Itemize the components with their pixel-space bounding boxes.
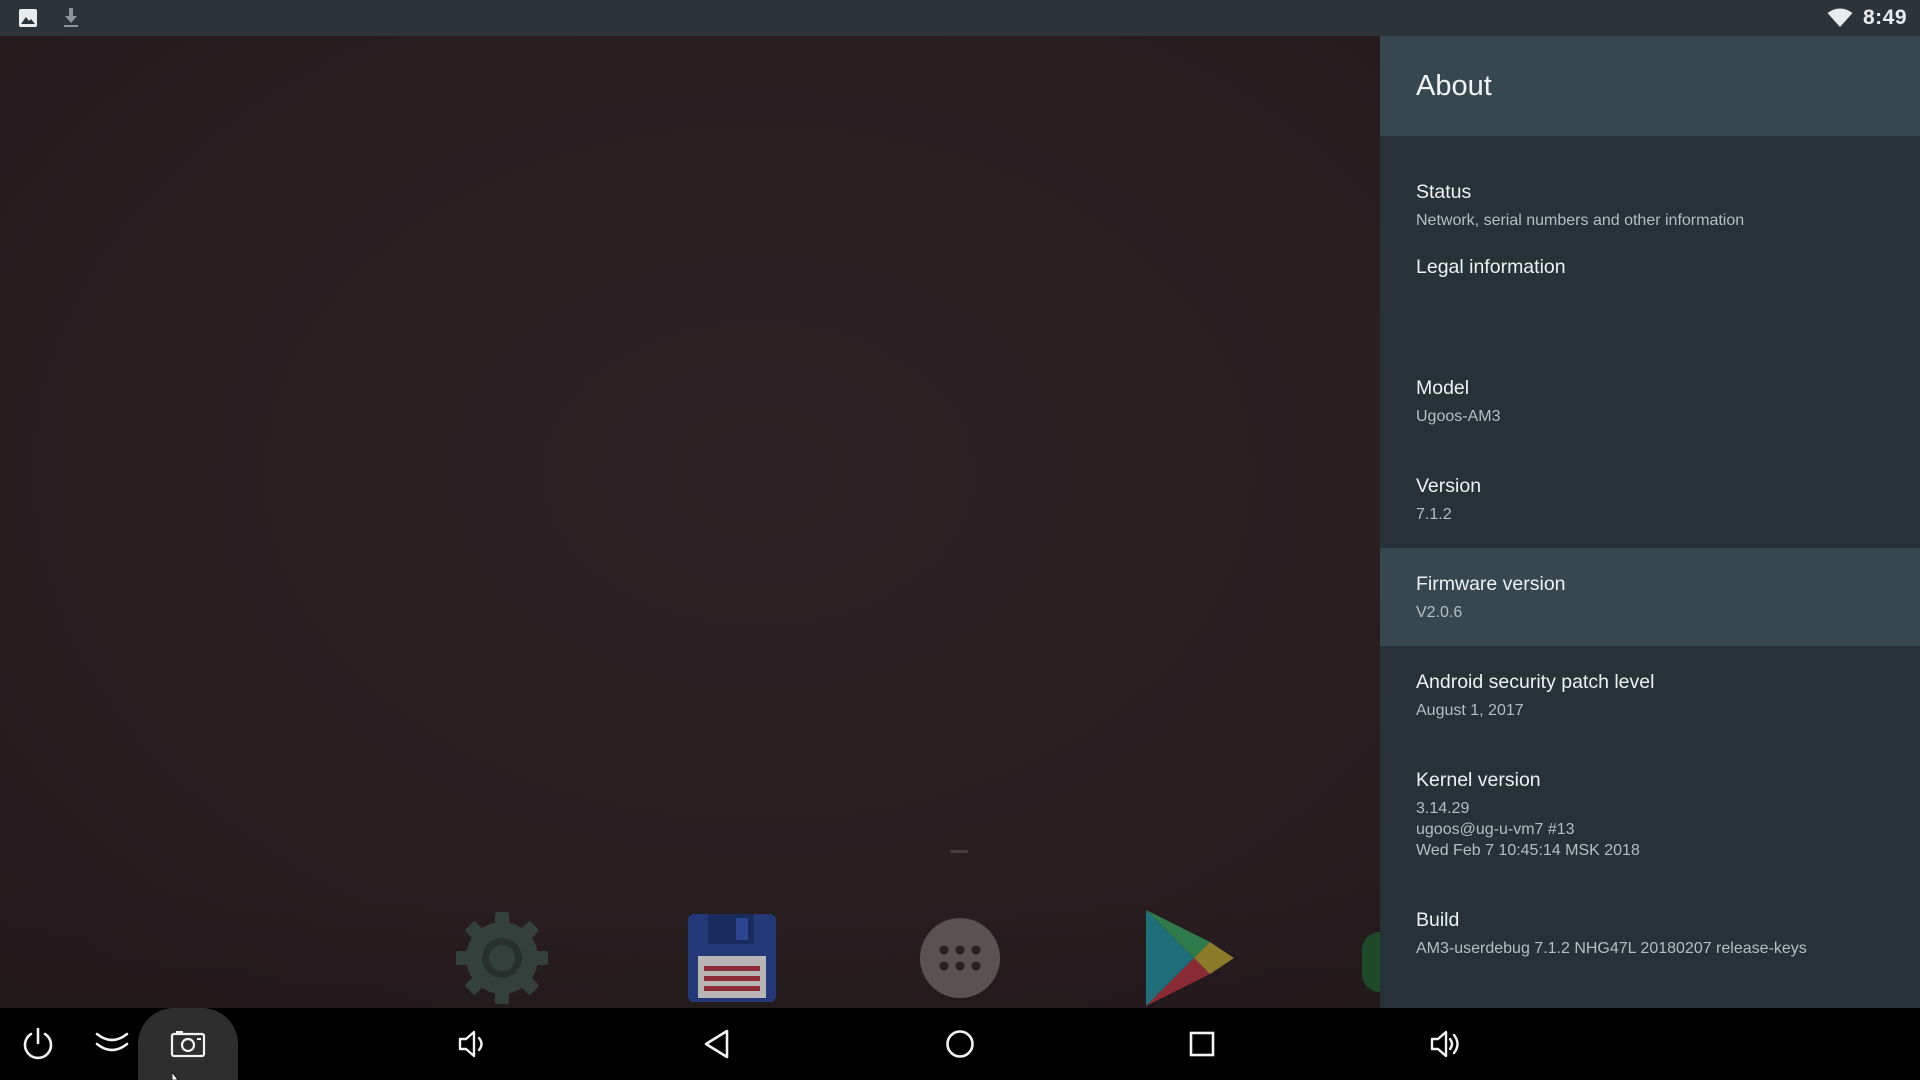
summary-line: Wed Feb 7 10:45:14 MSK 2018 — [1416, 842, 1640, 859]
partial-app-icon[interactable] — [1362, 932, 1380, 992]
setting-summary: 7.1.2 — [1416, 506, 1452, 523]
setting-title: Legal information — [1416, 256, 1566, 278]
image-icon — [18, 8, 38, 28]
setting-legal-information[interactable]: Legal information — [1380, 254, 1920, 352]
wifi-icon — [1827, 8, 1853, 28]
setting-summary: AM3-userdebug 7.1.2 NHG47L 20180207 rele… — [1416, 940, 1807, 957]
setting-firmware-version[interactable]: Firmware version V2.0.6 — [1380, 548, 1920, 646]
floppy-disk-icon — [688, 914, 776, 1002]
back-icon — [704, 1029, 729, 1059]
setting-title: Kernel version — [1416, 769, 1541, 791]
setting-status[interactable]: Status Network, serial numbers and other… — [1380, 156, 1920, 254]
setting-security-patch-level[interactable]: Android security patch level August 1, 2… — [1380, 646, 1920, 744]
back-button[interactable] — [681, 1008, 753, 1080]
collapse-icon — [95, 1032, 129, 1052]
setting-summary: 3.14.29 ugoos@ug-u-vm7 #13 Wed Feb 7 10:… — [1416, 798, 1884, 861]
play-store-app[interactable] — [1138, 906, 1242, 1008]
page-title: About — [1416, 69, 1492, 102]
system-status: 8:49 — [1827, 6, 1920, 30]
app-dock — [0, 886, 1380, 1008]
power-icon — [23, 1027, 53, 1060]
clock: 8:49 — [1862, 6, 1907, 29]
about-panel: About Status Network, serial numbers and… — [1380, 36, 1920, 1008]
recents-icon — [1189, 1031, 1215, 1057]
setting-summary: Network, serial numbers and other inform… — [1416, 212, 1745, 229]
home-button[interactable] — [924, 1008, 996, 1080]
summary-line: ugoos@ug-u-vm7 #13 — [1416, 821, 1575, 838]
file-manager-app[interactable] — [680, 906, 784, 1008]
screenshot-icon — [170, 1031, 206, 1058]
gear-icon — [456, 912, 548, 1004]
screenshot-button[interactable] — [138, 1008, 238, 1080]
notification-icons — [0, 7, 80, 29]
volume-down-icon — [458, 1030, 483, 1058]
volume-up-icon — [1430, 1030, 1459, 1058]
setting-summary: V2.0.6 — [1416, 604, 1463, 621]
setting-title: Firmware version — [1416, 573, 1566, 595]
setting-kernel-version[interactable]: Kernel version 3.14.29 ugoos@ug-u-vm7 #1… — [1380, 744, 1920, 884]
navigation-bar — [0, 1008, 1920, 1080]
dock-handle[interactable] — [950, 850, 968, 853]
play-store-icon — [1146, 910, 1234, 1006]
app-drawer-icon — [920, 918, 1000, 998]
settings-list: Status Network, serial numbers and other… — [1380, 136, 1920, 982]
volume-down-button[interactable] — [436, 1008, 508, 1080]
volume-up-button[interactable] — [1410, 1008, 1482, 1080]
home-icon — [946, 1030, 974, 1058]
setting-title: Model — [1416, 377, 1470, 399]
setting-version[interactable]: Version 7.1.2 — [1380, 450, 1920, 548]
screen: 8:49 About Status Network, serial number… — [0, 0, 1920, 1080]
setting-title: Status — [1416, 181, 1472, 203]
setting-summary: August 1, 2017 — [1416, 702, 1524, 719]
power-button[interactable] — [2, 1008, 74, 1080]
setting-title: Build — [1416, 909, 1460, 931]
setting-model[interactable]: Model Ugoos-AM3 — [1380, 352, 1920, 450]
setting-title: Version — [1416, 475, 1482, 497]
download-icon — [62, 7, 80, 29]
mouse-cursor — [172, 1072, 179, 1080]
summary-line: 3.14.29 — [1416, 800, 1470, 817]
settings-app[interactable] — [450, 906, 554, 1008]
status-bar: 8:49 — [0, 0, 1920, 36]
all-apps-button[interactable] — [908, 906, 1012, 1008]
setting-title: Android security patch level — [1416, 671, 1655, 693]
launcher-home — [0, 36, 1380, 1008]
panel-header: About — [1380, 36, 1920, 136]
setting-build[interactable]: Build AM3-userdebug 7.1.2 NHG47L 2018020… — [1380, 884, 1920, 982]
recents-button[interactable] — [1166, 1008, 1238, 1080]
setting-summary: Ugoos-AM3 — [1416, 408, 1501, 425]
